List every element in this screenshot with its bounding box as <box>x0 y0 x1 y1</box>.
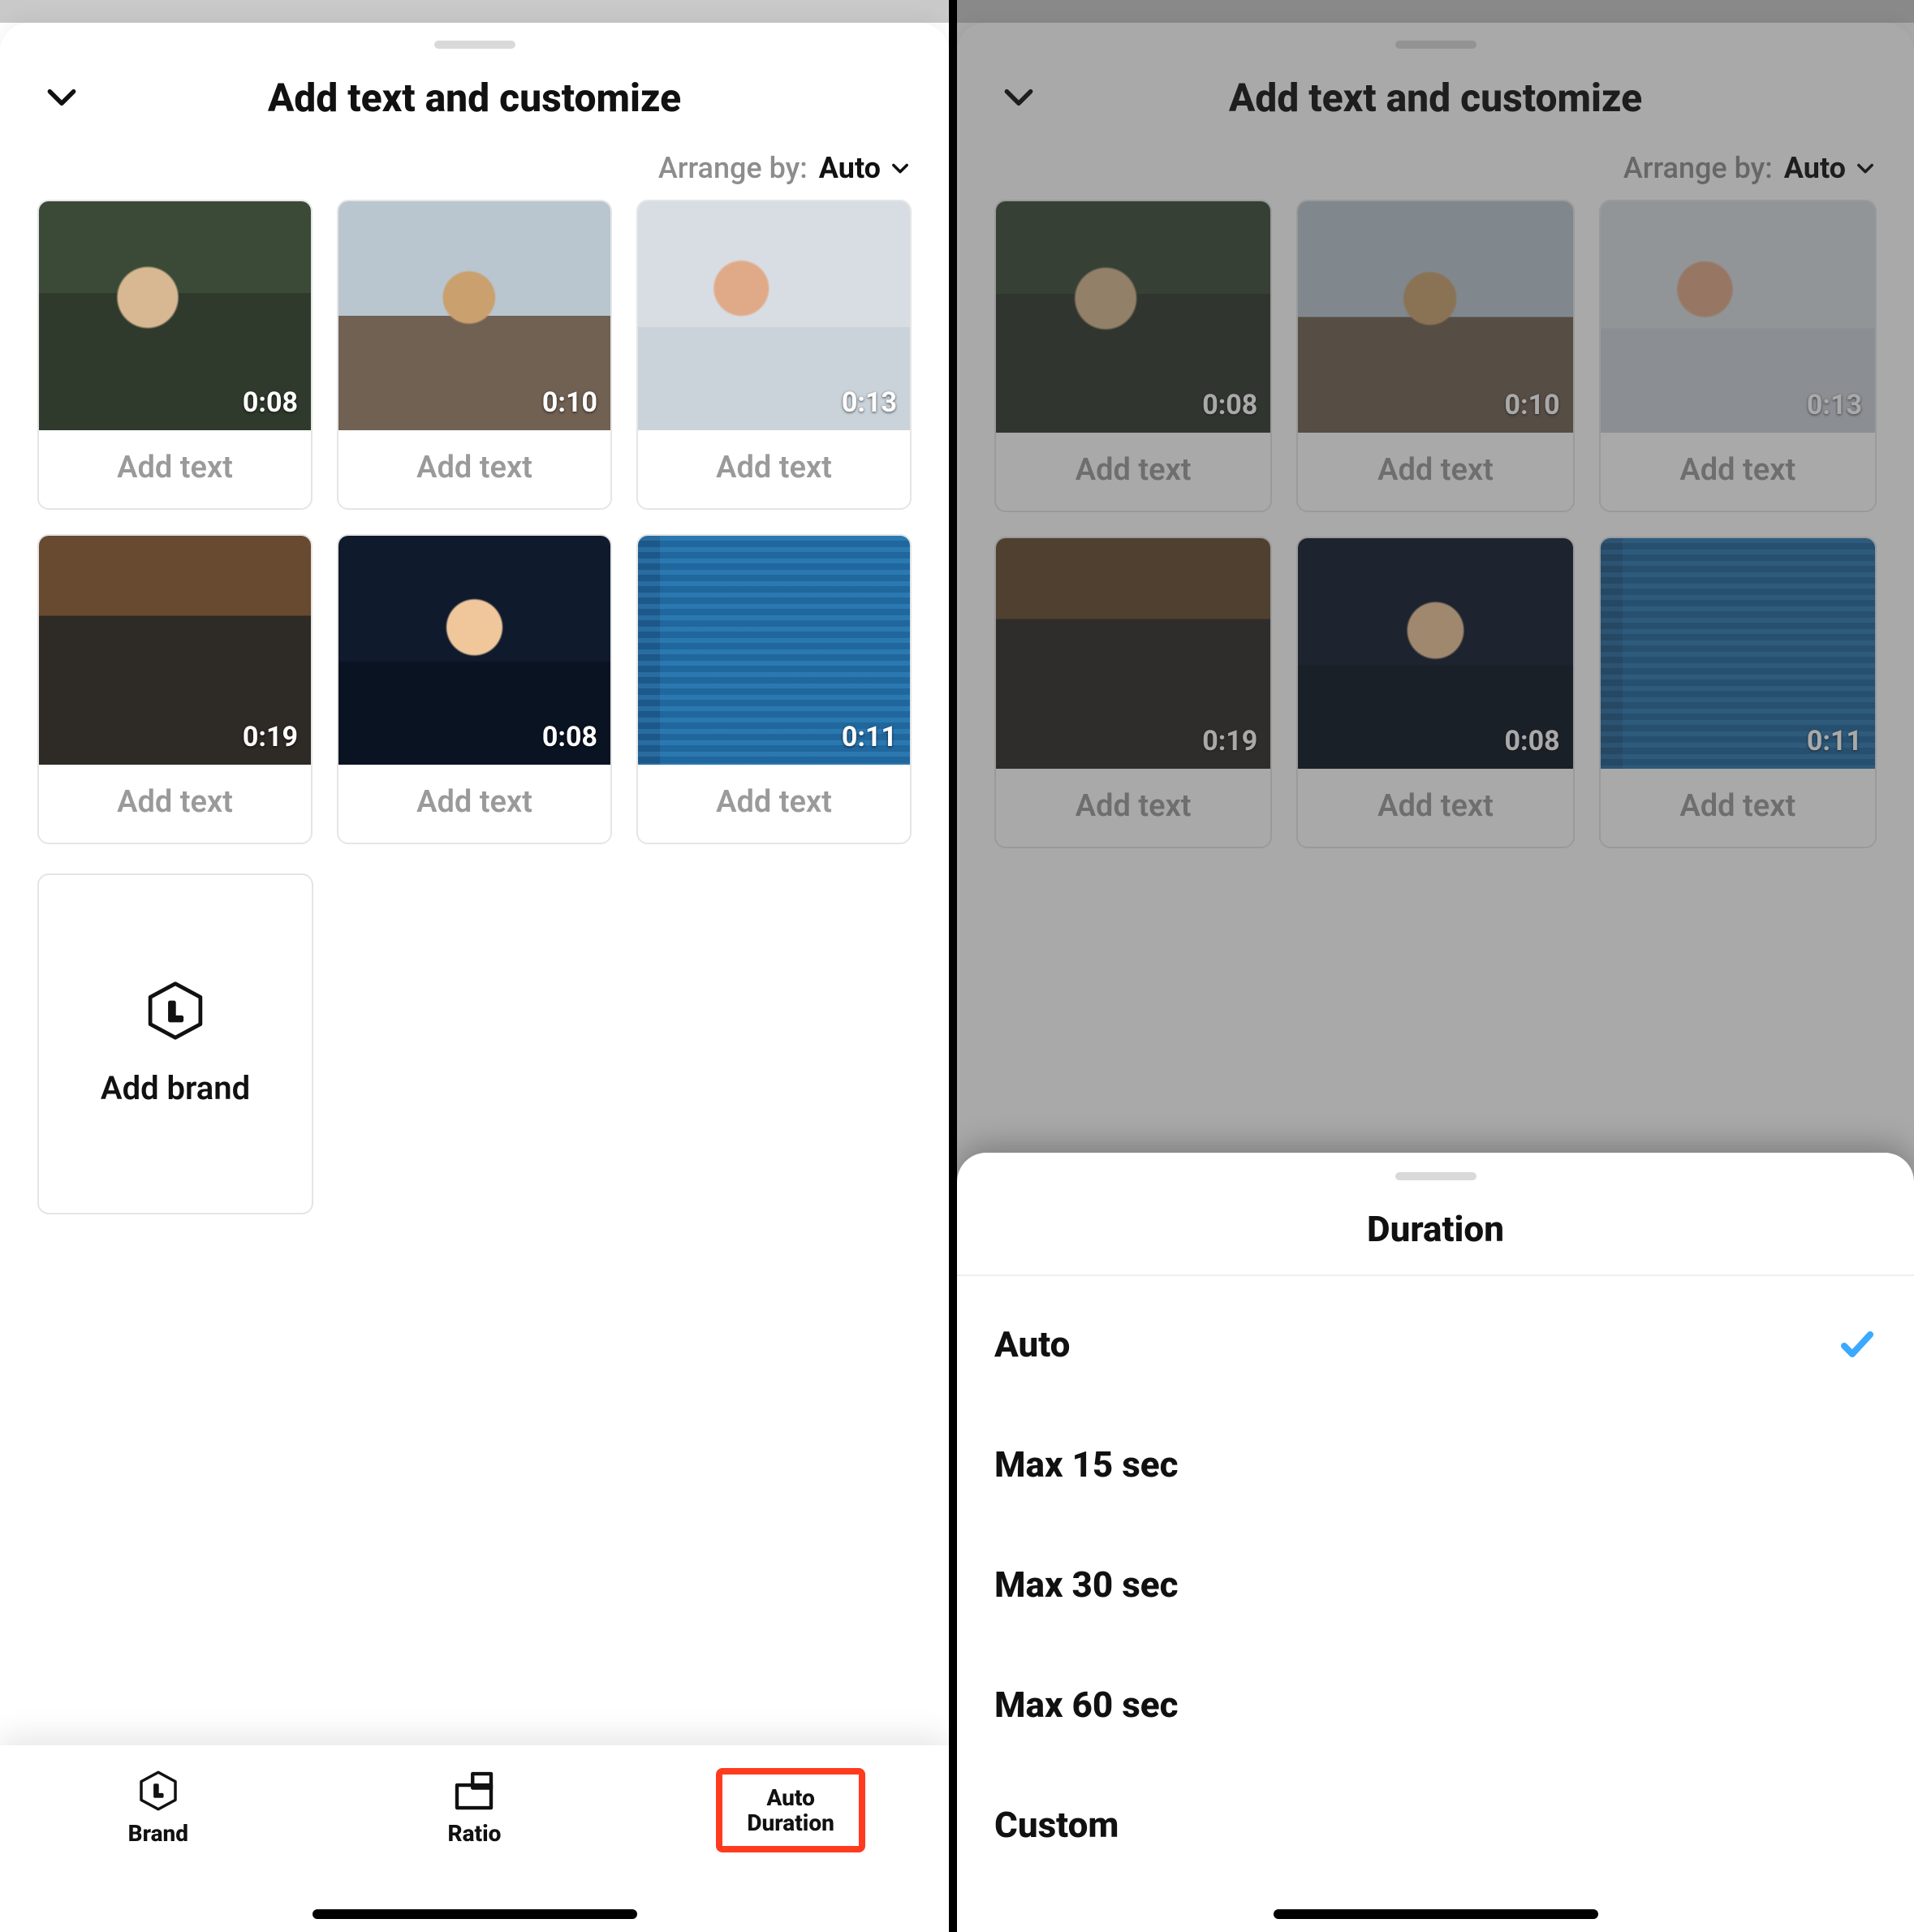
clip-duration: 0:08 <box>542 721 597 753</box>
tab-duration-line2: Duration <box>747 1811 834 1836</box>
sheet-handle[interactable] <box>1395 1172 1476 1180</box>
add-text-button[interactable]: Add text <box>39 430 311 508</box>
check-icon <box>1838 1325 1877 1364</box>
tab-duration-highlight: Auto Duration <box>716 1768 864 1852</box>
duration-option-15[interactable]: Max 15 sec <box>994 1404 1877 1524</box>
clip-thumbnail[interactable]: 0:08 <box>39 201 311 430</box>
screen-left: Add text and customize Arrange by: Auto … <box>0 0 957 1932</box>
tab-ratio[interactable]: Ratio <box>318 1768 632 1847</box>
tab-duration[interactable]: Auto Duration <box>634 1768 947 1852</box>
home-indicator[interactable] <box>1274 1909 1598 1919</box>
sheet-handle[interactable] <box>434 41 515 49</box>
clip-thumbnail[interactable]: 0:08 <box>338 536 610 765</box>
svg-text:L: L <box>154 1782 163 1800</box>
arrange-by-label: Arrange by: <box>658 151 808 185</box>
ratio-icon <box>451 1768 497 1813</box>
arrange-by-row: Arrange by: Auto <box>0 146 949 200</box>
clip-thumbnail[interactable]: 0:11 <box>638 536 910 765</box>
clip-duration: 0:08 <box>243 386 298 419</box>
add-brand-label: Add brand <box>101 1069 250 1107</box>
clip-card[interactable]: 0:13 Add text <box>636 200 912 510</box>
clip-duration: 0:10 <box>542 386 597 419</box>
arrange-by-value: Auto <box>819 151 881 185</box>
add-text-button[interactable]: Add text <box>638 430 910 508</box>
home-indicator[interactable] <box>313 1909 637 1919</box>
arrange-by-dropdown[interactable]: Auto <box>819 151 912 185</box>
chevron-down-icon <box>889 157 912 179</box>
add-text-button[interactable]: Add text <box>338 765 610 843</box>
option-label: Max 15 sec <box>994 1443 1179 1486</box>
clip-duration: 0:19 <box>243 721 298 753</box>
status-bar-gap <box>0 0 949 23</box>
option-label: Custom <box>994 1804 1119 1846</box>
duration-sheet: Duration Auto Max 15 sec Max 30 sec Max … <box>957 1153 1914 1932</box>
bottom-tabbar: L Brand Ratio Auto <box>0 1745 949 1932</box>
clip-card[interactable]: 0:08 Add text <box>337 534 612 844</box>
option-label: Auto <box>994 1323 1070 1365</box>
tab-brand-label: Brand <box>128 1822 188 1847</box>
clip-duration: 0:11 <box>842 721 897 753</box>
tab-duration-line1: Auto <box>747 1786 834 1811</box>
clip-thumbnail[interactable]: 0:10 <box>338 201 610 430</box>
sheet-header: Add text and customize <box>0 49 949 146</box>
add-brand-card[interactable]: L Add brand <box>37 873 313 1214</box>
clips-grid: 0:08 Add text 0:10 Add text 0:13 Add tex… <box>0 200 949 844</box>
brand-icon: L <box>136 1768 181 1813</box>
sheet-title: Add text and customize <box>268 75 681 121</box>
clip-duration: 0:13 <box>842 386 897 419</box>
collapse-icon[interactable] <box>44 80 80 115</box>
option-label: Max 60 sec <box>994 1684 1179 1726</box>
duration-option-30[interactable]: Max 30 sec <box>994 1524 1877 1645</box>
clip-card[interactable]: 0:08 Add text <box>37 200 313 510</box>
customize-sheet: Add text and customize Arrange by: Auto … <box>0 23 949 1932</box>
clip-card[interactable]: 0:10 Add text <box>337 200 612 510</box>
add-text-button[interactable]: Add text <box>338 430 610 508</box>
clip-thumbnail[interactable]: 0:13 <box>638 201 910 430</box>
duration-options: Auto Max 15 sec Max 30 sec Max 60 sec Cu… <box>957 1276 1914 1885</box>
tab-ratio-label: Ratio <box>448 1822 502 1847</box>
duration-option-custom[interactable]: Custom <box>994 1765 1877 1885</box>
duration-option-60[interactable]: Max 60 sec <box>994 1645 1877 1765</box>
option-label: Max 30 sec <box>994 1563 1179 1606</box>
duration-option-auto[interactable]: Auto <box>994 1284 1877 1404</box>
brand-hex-icon: L <box>144 980 206 1041</box>
add-text-button[interactable]: Add text <box>638 765 910 843</box>
duration-title: Duration <box>957 1180 1914 1276</box>
add-text-button[interactable]: Add text <box>39 765 311 843</box>
clip-card[interactable]: 0:11 Add text <box>636 534 912 844</box>
tab-brand[interactable]: L Brand <box>2 1768 315 1847</box>
svg-text:L: L <box>169 997 183 1027</box>
clip-card[interactable]: 0:19 Add text <box>37 534 313 844</box>
screen-right: Add text and customize Arrange by: Auto … <box>957 0 1914 1932</box>
clip-thumbnail[interactable]: 0:19 <box>39 536 311 765</box>
